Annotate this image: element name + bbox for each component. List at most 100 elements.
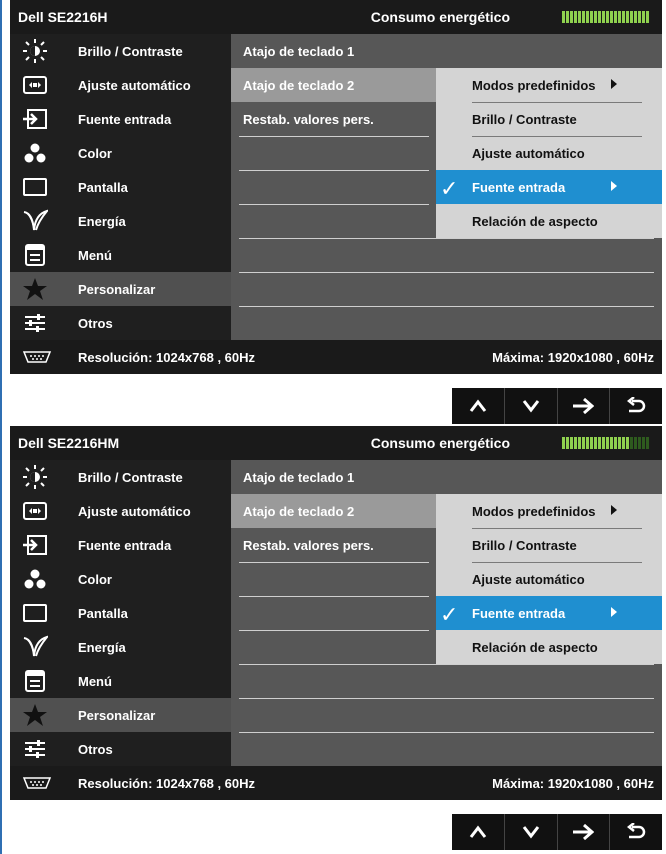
sidebar-item-label: Fuente entrada [78, 112, 172, 127]
display-icon [22, 601, 48, 625]
row-divider [472, 528, 642, 529]
back-button[interactable] [609, 814, 662, 850]
osd-navigation-buttons [452, 814, 662, 850]
vga-connector-icon [22, 350, 52, 364]
shortcut-option[interactable]: ✓ Fuente entrada [436, 596, 662, 630]
osd-menu: Dell SE2216H Consumo energético Brillo / C… [10, 0, 662, 374]
shortcut-option-label: Relación de aspecto [472, 214, 598, 229]
energy-meter-segment [566, 437, 569, 449]
energy-meter-segment [634, 437, 637, 449]
shortcut-option[interactable]: Relación de aspecto [436, 630, 662, 664]
menu-icon [22, 669, 48, 693]
back-button[interactable] [609, 388, 662, 424]
sidebar-item-label: Fuente entrada [78, 538, 172, 553]
energy-meter-segment [566, 11, 569, 23]
sidebar-item[interactable]: Energía [10, 630, 231, 664]
energy-meter-segment [602, 437, 605, 449]
energy-meter-segment [594, 437, 597, 449]
shortcut-option[interactable]: Modos predefinidos [436, 68, 662, 102]
up-arrow-button[interactable] [452, 388, 504, 424]
right-arrow-button[interactable] [556, 814, 610, 850]
submenu-item[interactable]: Restab. valores pers. [231, 102, 436, 136]
sidebar-item-label: Energía [78, 640, 126, 655]
sidebar-item-label: Brillo / Contraste [78, 44, 183, 59]
row-divider [239, 204, 429, 205]
energy-meter-segment [598, 437, 601, 449]
energy-meter-segment [614, 437, 617, 449]
energy-meter-segment [606, 11, 609, 23]
submenu-item[interactable]: Atajo de teclado 1 [231, 460, 436, 494]
row-divider [239, 698, 654, 699]
sidebar-item[interactable]: Personalizar [10, 698, 231, 732]
sidebar-item[interactable]: Fuente entrada [10, 528, 231, 562]
color-icon [22, 141, 48, 165]
energy-meter-segment [618, 11, 621, 23]
shortcut-option[interactable]: Relación de aspecto [436, 204, 662, 238]
sidebar-item[interactable]: Pantalla [10, 596, 231, 630]
energy-meter-segment [622, 11, 625, 23]
shortcut-option-label: Modos predefinidos [472, 78, 596, 93]
energy-meter-segment [582, 437, 585, 449]
energy-meter-segment [574, 11, 577, 23]
energy-meter-segment [638, 11, 641, 23]
shortcut-option[interactable]: Brillo / Contraste [436, 528, 662, 562]
shortcut-option-label: Fuente entrada [472, 180, 566, 195]
right-arrow-button[interactable] [556, 388, 610, 424]
page-left-border [0, 0, 2, 854]
up-arrow-button[interactable] [452, 814, 504, 850]
energy-meter-segment [618, 437, 621, 449]
row-divider [239, 732, 654, 733]
row-divider [239, 272, 654, 273]
shortcut-option[interactable]: ✓ Fuente entrada [436, 170, 662, 204]
max-resolution: Máxima: 1920x1080 , 60Hz [492, 350, 654, 365]
submenu-item-label: Atajo de teclado 1 [243, 44, 355, 59]
sidebar-item-label: Ajuste automático [78, 78, 191, 93]
sidebar-item[interactable]: Color [10, 562, 231, 596]
sidebar-item[interactable]: Color [10, 136, 231, 170]
row-divider [239, 664, 654, 665]
star-icon [22, 277, 48, 301]
row-divider [472, 136, 642, 137]
submenu-item[interactable]: Atajo de teclado 2 [231, 68, 436, 102]
sidebar-item-label: Personalizar [78, 282, 156, 297]
sidebar-item[interactable]: Ajuste automático [10, 68, 231, 102]
shortcut-option[interactable]: Modos predefinidos [436, 494, 662, 528]
energy-meter-segment [578, 11, 581, 23]
shortcut-option[interactable]: Ajuste automático [436, 562, 662, 596]
down-arrow-button[interactable] [503, 388, 557, 424]
sidebar-item-label: Brillo / Contraste [78, 470, 183, 485]
energy-meter-segment [642, 437, 645, 449]
sidebar-item[interactable]: Ajuste automático [10, 494, 231, 528]
energy-meter [562, 11, 650, 23]
display-icon [22, 175, 48, 199]
shortcut-option[interactable]: Ajuste automático [436, 136, 662, 170]
sidebar-item[interactable]: Personalizar [10, 272, 231, 306]
sidebar-item[interactable]: Energía [10, 204, 231, 238]
submenu-item[interactable]: Restab. valores pers. [231, 528, 436, 562]
sidebar-item[interactable]: Otros [10, 732, 231, 766]
sidebar-item[interactable]: Brillo / Contraste [10, 460, 231, 494]
sidebar-item[interactable]: Brillo / Contraste [10, 34, 231, 68]
color-icon [22, 567, 48, 591]
vga-connector-icon [22, 776, 52, 790]
sidebar-item[interactable]: Pantalla [10, 170, 231, 204]
submenu-item[interactable]: Atajo de teclado 2 [231, 494, 436, 528]
sidebar-item[interactable]: Fuente entrada [10, 102, 231, 136]
energy-meter-segment [586, 11, 589, 23]
sidebar-item[interactable]: Menú [10, 238, 231, 272]
energy-meter [562, 437, 650, 449]
energy-meter-segment [630, 437, 633, 449]
submenu-item-label: Restab. valores pers. [243, 112, 374, 127]
sidebar-item[interactable]: Menú [10, 664, 231, 698]
shortcut-option[interactable]: Brillo / Contraste [436, 102, 662, 136]
osd-status-bar: Resolución: 1024x768 , 60Hz Máxima: 1920x… [10, 340, 662, 374]
sidebar-item-label: Ajuste automático [78, 504, 191, 519]
submenu-item[interactable]: Atajo de teclado 1 [231, 34, 436, 68]
sidebar-item[interactable]: Otros [10, 306, 231, 340]
monitor-model: Dell SE2216H [18, 9, 108, 25]
energy-icon [22, 635, 50, 659]
down-arrow-button[interactable] [503, 814, 557, 850]
shortcut-options-menu: Modos predefinidos Brillo / Contraste Ajus… [436, 68, 662, 238]
energy-meter-segment [578, 437, 581, 449]
submenu-item-label: Restab. valores pers. [243, 538, 374, 553]
